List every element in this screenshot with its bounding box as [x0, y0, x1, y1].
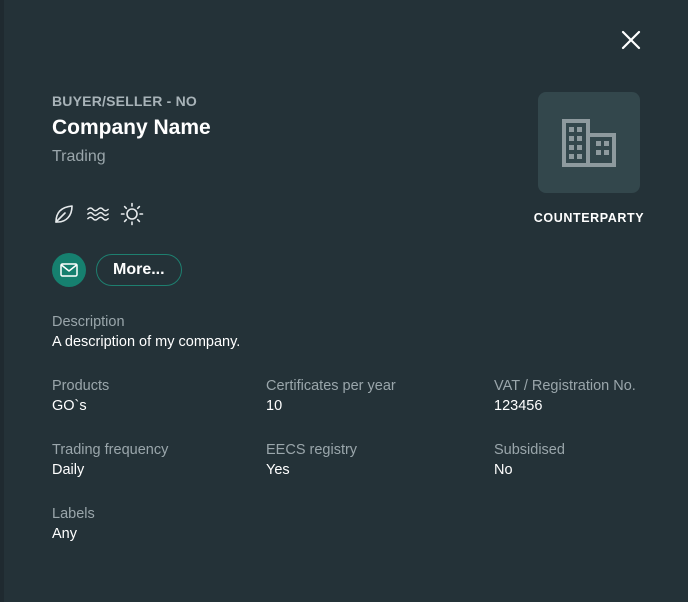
sun-icon — [120, 202, 144, 226]
counterparty-modal: BUYER/SELLER - NO Company Name Trading M… — [4, 0, 688, 602]
labels-field: Labels Any — [52, 505, 95, 544]
certificates-label: Certificates per year — [266, 378, 396, 394]
subsidised-label: Subsidised — [494, 442, 565, 458]
company-name: Company Name — [52, 116, 211, 139]
water-waves-icon — [86, 202, 110, 226]
role-label: BUYER/SELLER - NO — [52, 93, 197, 109]
logo-caption: COUNTERPARTY — [533, 211, 645, 225]
trading-frequency-label: Trading frequency — [52, 442, 169, 458]
labels-label: Labels — [52, 506, 95, 522]
labels-value: Any — [52, 526, 77, 542]
description-label: Description — [52, 314, 125, 330]
mail-button[interactable] — [52, 253, 86, 287]
contact-actions: More... — [52, 253, 182, 287]
products-label: Products — [52, 378, 110, 394]
vat-value: 123456 — [494, 398, 543, 414]
products-field: Products GO`s — [52, 377, 109, 416]
trading-frequency-field: Trading frequency Daily — [52, 441, 168, 480]
eecs-registry-field: EECS registry Yes — [266, 441, 357, 480]
close-button[interactable] — [618, 27, 644, 53]
company-subtitle: Trading — [52, 148, 106, 165]
products-value: GO`s — [52, 398, 87, 414]
description-field: Description A description of my company. — [52, 313, 240, 352]
vat-label: VAT / Registration No. — [494, 378, 636, 394]
eecs-registry-value: Yes — [266, 462, 290, 478]
subsidised-field: Subsidised No — [494, 441, 565, 480]
description-value: A description of my company. — [52, 334, 241, 350]
more-button[interactable]: More... — [96, 254, 182, 286]
certificates-value: 10 — [266, 398, 283, 414]
energy-source-icons — [52, 202, 144, 226]
leaf-icon — [52, 202, 76, 226]
subsidised-value: No — [494, 462, 513, 478]
company-logo — [538, 92, 640, 193]
mail-icon — [60, 263, 78, 277]
eecs-registry-label: EECS registry — [266, 442, 358, 458]
trading-frequency-value: Daily — [52, 462, 85, 478]
close-icon — [621, 30, 641, 50]
vat-field: VAT / Registration No. 123456 — [494, 377, 636, 416]
building-icon — [562, 118, 616, 167]
certificates-field: Certificates per year 10 — [266, 377, 396, 416]
